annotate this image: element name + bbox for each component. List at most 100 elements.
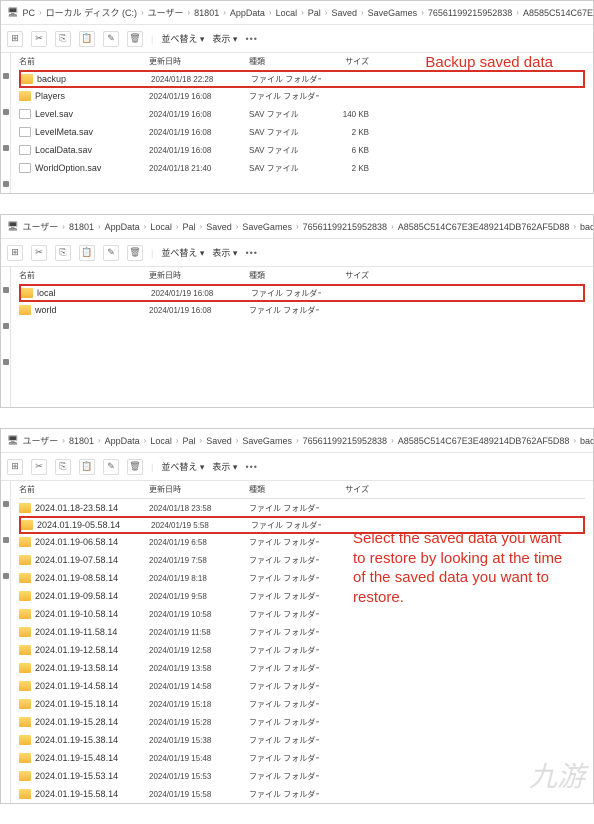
file-row[interactable]: 2024.01.19-13.58.142024/01/19 13:58ファイル …: [19, 659, 585, 677]
copy-icon[interactable]: ⎘: [55, 245, 71, 261]
delete-icon[interactable]: 🗑: [127, 459, 143, 475]
breadcrumb-item[interactable]: Local: [150, 436, 172, 446]
new-folder-icon[interactable]: ⊞: [7, 245, 23, 261]
file-row[interactable]: 2024.01.19-15.18.142024/01/19 15:18ファイル …: [19, 695, 585, 713]
breadcrumb-item[interactable]: Saved: [331, 8, 357, 18]
file-type: SAV ファイル: [249, 109, 319, 120]
chevron-right-icon: ›: [62, 222, 65, 231]
breadcrumb-item[interactable]: Local: [276, 8, 298, 18]
view-button[interactable]: 表示 ▾: [212, 460, 237, 473]
new-folder-icon[interactable]: ⊞: [7, 31, 23, 47]
delete-icon[interactable]: 🗑: [127, 245, 143, 261]
file-row[interactable]: WorldOption.sav2024/01/18 21:40SAV ファイル2…: [19, 159, 585, 177]
file-icon: [19, 145, 31, 155]
breadcrumb-item[interactable]: ユーザー: [22, 220, 58, 233]
file-row[interactable]: local2024/01/19 16:08ファイル フォルダー: [19, 284, 585, 302]
chevron-right-icon: ›: [296, 436, 299, 445]
copy-icon[interactable]: ⎘: [55, 459, 71, 475]
col-name: 名前: [19, 270, 149, 281]
breadcrumb-item[interactable]: Pal: [308, 8, 321, 18]
chevron-right-icon: ›: [39, 8, 42, 17]
breadcrumb-item[interactable]: 76561199215952838: [428, 8, 512, 18]
copy-icon[interactable]: ⎘: [55, 31, 71, 47]
file-row[interactable]: LocalData.sav2024/01/19 16:08SAV ファイル6 K…: [19, 141, 585, 159]
file-row[interactable]: world2024/01/19 16:08ファイル フォルダー: [19, 301, 585, 319]
breadcrumb-item[interactable]: ユーザー: [22, 434, 58, 447]
file-name: LocalData.sav: [35, 145, 92, 155]
breadcrumb-item[interactable]: PC: [22, 8, 35, 18]
breadcrumb[interactable]: 🖥ユーザー›81801›AppData›Local›Pal›Saved›Save…: [1, 429, 593, 453]
file-date: 2024/01/19 16:08: [151, 289, 251, 298]
file-row[interactable]: backup2024/01/18 22:28ファイル フォルダー: [19, 70, 585, 88]
cut-icon[interactable]: ✂: [31, 245, 47, 261]
more-button[interactable]: •••: [245, 34, 257, 44]
file-row[interactable]: 2024.01.19-11.58.142024/01/19 11:58ファイル …: [19, 623, 585, 641]
new-folder-icon[interactable]: ⊞: [7, 459, 23, 475]
breadcrumb[interactable]: 🖥PC›ローカル ディスク (C:)›ユーザー›81801›AppData›Lo…: [1, 1, 593, 25]
breadcrumb-item[interactable]: ローカル ディスク (C:): [46, 6, 137, 19]
file-row[interactable]: 2024.01.19-15.38.142024/01/19 15:38ファイル …: [19, 731, 585, 749]
file-type: ファイル フォルダー: [249, 735, 319, 746]
paste-icon[interactable]: 📋: [79, 31, 95, 47]
breadcrumb-item[interactable]: Pal: [183, 222, 196, 232]
file-row[interactable]: 2024.01.19-10.58.142024/01/19 10:58ファイル …: [19, 605, 585, 623]
rename-icon[interactable]: ✎: [103, 31, 119, 47]
file-row[interactable]: 2024.01.19-15.28.142024/01/19 15:28ファイル …: [19, 713, 585, 731]
breadcrumb-item[interactable]: Pal: [183, 436, 196, 446]
breadcrumb-item[interactable]: SaveGames: [368, 8, 418, 18]
more-button[interactable]: •••: [245, 248, 257, 258]
paste-icon[interactable]: 📋: [79, 245, 95, 261]
file-date: 2024/01/19 7:58: [149, 556, 249, 565]
toolbar: ⊞ ✂ ⎘ 📋 ✎ 🗑 | 並べ替え ▾ 表示 ▾ •••: [1, 453, 593, 481]
toolbar: ⊞ ✂ ⎘ 📋 ✎ 🗑 | 並べ替え ▾ 表示 ▾ •••: [1, 25, 593, 53]
breadcrumb-item[interactable]: 81801: [194, 8, 219, 18]
more-button[interactable]: •••: [245, 462, 257, 472]
breadcrumb-item[interactable]: A8585C514C67E3E489214DB762AF5D88: [398, 436, 570, 446]
breadcrumb-item[interactable]: Local: [150, 222, 172, 232]
file-row[interactable]: 2024.01.19-15.53.142024/01/19 15:53ファイル …: [19, 767, 585, 785]
sort-button[interactable]: 並べ替え ▾: [161, 246, 204, 259]
file-row[interactable]: 2024.01.19-15.58.142024/01/19 15:58ファイル …: [19, 785, 585, 803]
breadcrumb-item[interactable]: 81801: [69, 436, 94, 446]
sort-button[interactable]: 並べ替え ▾: [161, 460, 204, 473]
file-row[interactable]: Players2024/01/19 16:08ファイル フォルダー: [19, 87, 585, 105]
breadcrumb-item[interactable]: backup: [580, 222, 593, 232]
breadcrumb-item[interactable]: ユーザー: [148, 6, 184, 19]
breadcrumb-item[interactable]: SaveGames: [242, 222, 292, 232]
rename-icon[interactable]: ✎: [103, 245, 119, 261]
file-row[interactable]: 2024.01.19-15.48.142024/01/19 15:48ファイル …: [19, 749, 585, 767]
breadcrumb-item[interactable]: backup: [580, 436, 593, 446]
file-row[interactable]: 2024.01.18-23.58.142024/01/18 23:58ファイル …: [19, 499, 585, 517]
file-row[interactable]: 2024.01.19-12.58.142024/01/19 12:58ファイル …: [19, 641, 585, 659]
file-date: 2024/01/19 11:58: [149, 628, 249, 637]
column-headers[interactable]: 名前更新日時種類サイズ: [19, 267, 585, 285]
breadcrumb-item[interactable]: Saved: [206, 436, 232, 446]
pc-icon[interactable]: 🖥: [7, 7, 18, 18]
pc-icon[interactable]: 🖥: [7, 221, 18, 232]
breadcrumb-item[interactable]: Saved: [206, 222, 232, 232]
breadcrumb-item[interactable]: AppData: [230, 8, 265, 18]
paste-icon[interactable]: 📋: [79, 459, 95, 475]
view-button[interactable]: 表示 ▾: [212, 32, 237, 45]
cut-icon[interactable]: ✂: [31, 31, 47, 47]
breadcrumb-item[interactable]: 76561199215952838: [303, 222, 387, 232]
column-headers[interactable]: 名前更新日時種類サイズ: [19, 481, 585, 499]
file-row[interactable]: 2024.01.19-14.58.142024/01/19 14:58ファイル …: [19, 677, 585, 695]
sort-button[interactable]: 並べ替え ▾: [161, 32, 204, 45]
cut-icon[interactable]: ✂: [31, 459, 47, 475]
delete-icon[interactable]: 🗑: [127, 31, 143, 47]
rename-icon[interactable]: ✎: [103, 459, 119, 475]
view-button[interactable]: 表示 ▾: [212, 246, 237, 259]
pc-icon[interactable]: 🖥: [7, 435, 18, 446]
breadcrumb-item[interactable]: AppData: [105, 222, 140, 232]
breadcrumb-item[interactable]: 81801: [69, 222, 94, 232]
breadcrumb[interactable]: 🖥ユーザー›81801›AppData›Local›Pal›Saved›Save…: [1, 215, 593, 239]
file-row[interactable]: Level.sav2024/01/19 16:08SAV ファイル140 KB: [19, 105, 585, 123]
breadcrumb-item[interactable]: 76561199215952838: [303, 436, 387, 446]
breadcrumb-item[interactable]: A8585C514C67E3E489214DB762AF5D88: [398, 222, 570, 232]
file-row[interactable]: LevelMeta.sav2024/01/19 16:08SAV ファイル2 K…: [19, 123, 585, 141]
breadcrumb-item[interactable]: AppData: [105, 436, 140, 446]
breadcrumb-item[interactable]: A8585C514C67E3E489214DB762AF5D88: [523, 8, 593, 18]
breadcrumb-item[interactable]: SaveGames: [242, 436, 292, 446]
file-icon: [19, 127, 31, 137]
